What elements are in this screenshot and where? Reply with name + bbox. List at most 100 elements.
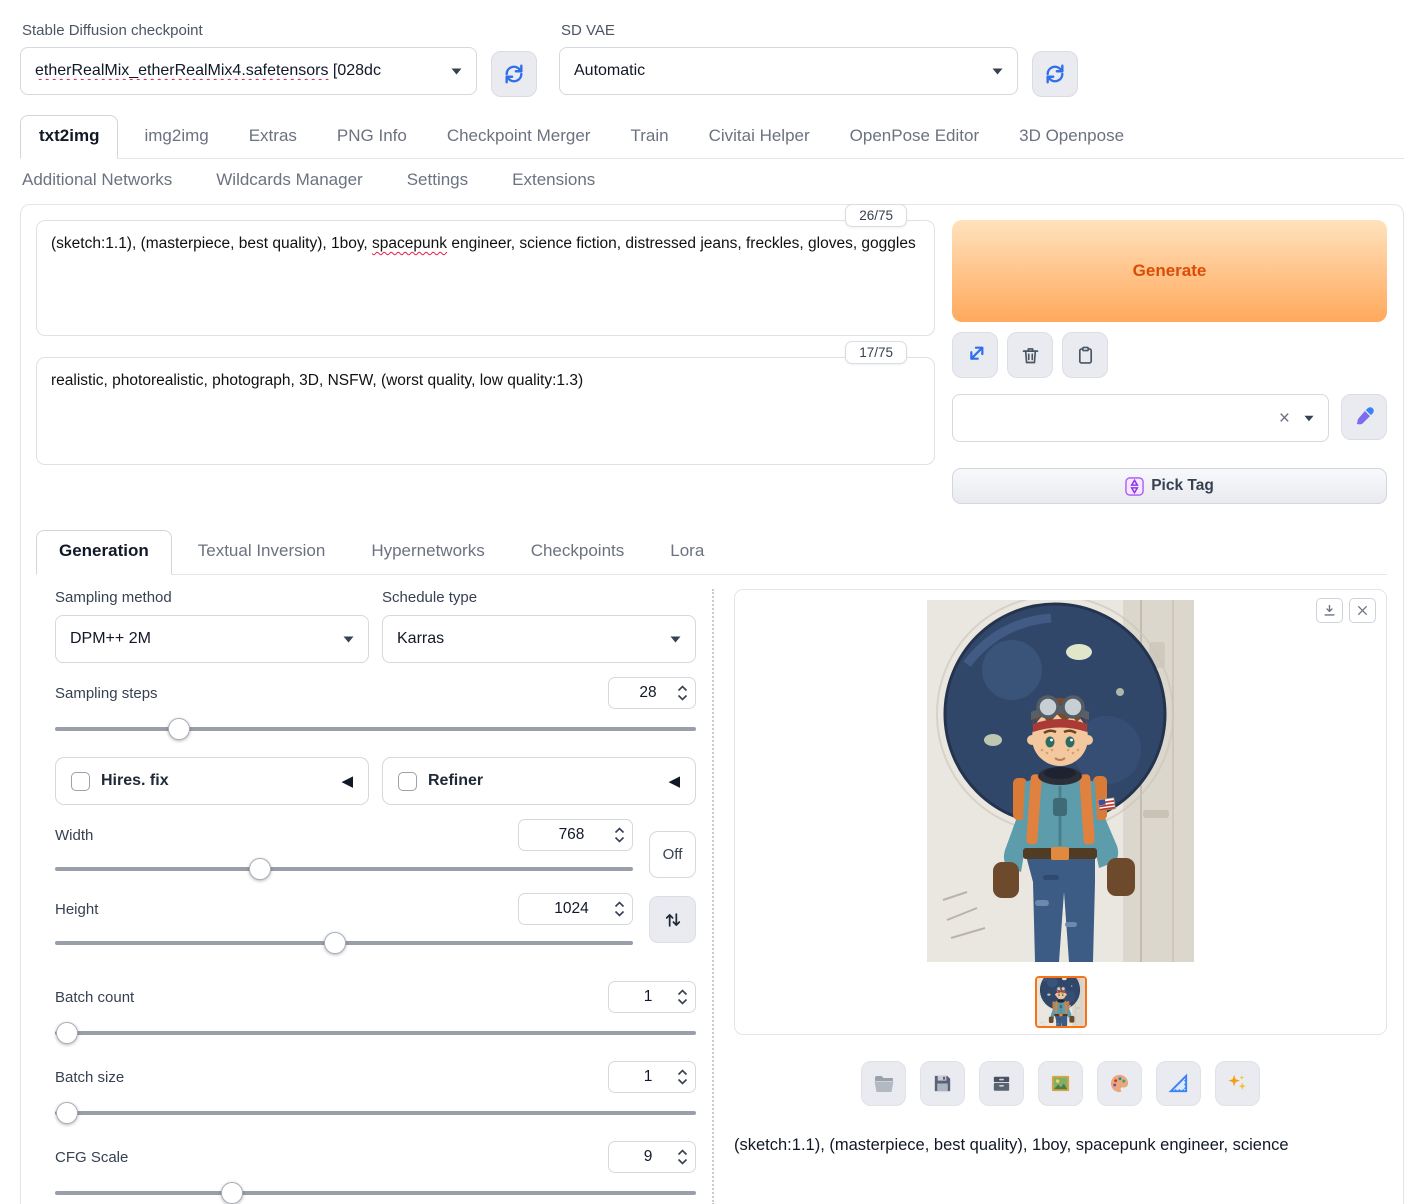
refresh-icon xyxy=(1046,64,1064,84)
height-input[interactable]: 1024 xyxy=(518,893,633,925)
spinner-icon[interactable] xyxy=(614,899,625,919)
output-actions-row xyxy=(734,1061,1387,1106)
image-icon xyxy=(1051,1075,1070,1092)
slider-track[interactable] xyxy=(55,727,696,731)
subtab-lora[interactable]: Lora xyxy=(670,531,704,574)
pick-tag-icon xyxy=(1125,476,1144,496)
slider-track[interactable] xyxy=(55,1191,696,1195)
subtab-textual-inversion[interactable]: Textual Inversion xyxy=(198,531,326,574)
close-preview-button[interactable] xyxy=(1349,598,1376,623)
clear-styles-icon[interactable]: × xyxy=(1279,409,1290,428)
cfg-scale-slider[interactable] xyxy=(55,1181,696,1204)
sampler-row: Sampling method DPM++ 2M Schedule type K… xyxy=(55,589,696,663)
slider-track[interactable] xyxy=(55,1111,696,1115)
schedule-type-label: Schedule type xyxy=(382,589,478,606)
slider-thumb[interactable] xyxy=(167,718,190,740)
batch-size-slider[interactable] xyxy=(55,1101,696,1125)
sampling-method-dropdown[interactable]: DPM++ 2M xyxy=(55,615,369,663)
slider-thumb[interactable] xyxy=(55,1102,78,1124)
vae-refresh-button[interactable] xyxy=(1032,51,1078,97)
save-image-button[interactable] xyxy=(920,1061,965,1106)
download-image-button[interactable] xyxy=(1316,598,1343,623)
schedule-type-dropdown[interactable]: Karras xyxy=(382,615,696,663)
sampling-steps-input[interactable]: 28 xyxy=(608,677,696,709)
batch-count-input[interactable]: 1 xyxy=(608,981,696,1013)
tab-3d-openpose[interactable]: 3D Openpose xyxy=(1019,116,1124,158)
tab-img2img[interactable]: img2img xyxy=(144,116,208,158)
hires-fix-label: Hires. fix xyxy=(101,772,169,789)
spinner-icon[interactable] xyxy=(614,825,625,845)
edit-styles-button[interactable] xyxy=(1341,394,1387,440)
vae-value: Automatic xyxy=(574,62,646,79)
batch-size-row: Batch size 1 xyxy=(55,1061,696,1093)
tab-png-info[interactable]: PNG Info xyxy=(337,116,407,158)
width-slider[interactable] xyxy=(55,857,633,881)
cfg-scale-input[interactable]: 9 xyxy=(608,1141,696,1173)
slider-thumb[interactable] xyxy=(55,1022,78,1044)
generate-button[interactable]: Generate xyxy=(952,220,1387,322)
apply-styles-button[interactable] xyxy=(1062,332,1108,378)
spinner-icon[interactable] xyxy=(677,1147,688,1167)
batch-count-slider[interactable] xyxy=(55,1021,696,1045)
tab-txt2img[interactable]: txt2img xyxy=(20,115,119,159)
checkpoint-refresh-button[interactable] xyxy=(491,51,537,97)
tab-settings[interactable]: Settings xyxy=(407,170,468,190)
pick-tag-button[interactable]: Pick Tag xyxy=(952,468,1387,504)
paste-params-button[interactable] xyxy=(952,332,998,378)
send-to-extras-button[interactable] xyxy=(1156,1061,1201,1106)
tab-checkpoint-merger[interactable]: Checkpoint Merger xyxy=(447,116,591,158)
subtab-hypernetworks[interactable]: Hypernetworks xyxy=(371,531,484,574)
negative-token-counter: 17/75 xyxy=(845,341,907,364)
spinner-icon[interactable] xyxy=(677,987,688,1007)
negative-prompt-input[interactable]: realistic, photorealistic, photograph, 3… xyxy=(36,357,935,465)
aspect-ratio-off-button[interactable]: Off xyxy=(649,831,696,878)
gallery-thumbnail[interactable] xyxy=(1034,976,1087,1028)
hires-fix-checkbox[interactable] xyxy=(71,771,90,791)
slider-track[interactable] xyxy=(55,1031,696,1035)
collapse-arrow-icon[interactable]: ◀ xyxy=(341,772,353,790)
ruler-icon xyxy=(1168,1073,1188,1093)
prompt-token-counter: 26/75 xyxy=(845,204,907,227)
slider-thumb[interactable] xyxy=(323,932,346,954)
send-to-img2img-button[interactable] xyxy=(1038,1061,1083,1106)
slider-track[interactable] xyxy=(55,867,633,871)
tab-train[interactable]: Train xyxy=(630,116,668,158)
subtab-generation[interactable]: Generation xyxy=(36,530,172,575)
hires-fix-accordion[interactable]: Hires. fix ◀ xyxy=(55,757,369,805)
send-to-inpaint-button[interactable] xyxy=(1097,1061,1142,1106)
generated-image[interactable] xyxy=(927,600,1194,962)
collapse-arrow-icon[interactable]: ◀ xyxy=(668,772,680,790)
prompt-area: 26/75 (sketch:1.1), (masterpiece, best q… xyxy=(36,204,1387,504)
clear-prompt-button[interactable] xyxy=(1007,332,1053,378)
spinner-icon[interactable] xyxy=(677,1067,688,1087)
tab-extras[interactable]: Extras xyxy=(249,116,297,158)
refiner-checkbox[interactable] xyxy=(398,771,417,791)
tab-additional-networks[interactable]: Additional Networks xyxy=(22,170,172,190)
open-folder-button[interactable] xyxy=(861,1061,906,1106)
styles-dropdown[interactable]: × xyxy=(952,394,1329,442)
refiner-label: Refiner xyxy=(428,772,484,789)
vae-dropdown[interactable]: Automatic xyxy=(559,47,1018,95)
height-row: Height 1024 xyxy=(55,893,633,925)
upscale-sparkles-button[interactable] xyxy=(1215,1061,1260,1106)
swap-dimensions-button[interactable] xyxy=(649,896,696,943)
cfg-scale-label: CFG Scale xyxy=(55,1148,129,1166)
slider-thumb[interactable] xyxy=(220,1182,243,1204)
refiner-accordion[interactable]: Refiner ◀ xyxy=(382,757,696,805)
slider-thumb[interactable] xyxy=(249,858,272,880)
subtab-checkpoints[interactable]: Checkpoints xyxy=(531,531,625,574)
prompt-input[interactable]: (sketch:1.1), (masterpiece, best quality… xyxy=(36,220,935,336)
tab-civitai-helper[interactable]: Civitai Helper xyxy=(709,116,810,158)
sampling-steps-slider[interactable] xyxy=(55,717,696,741)
tab-openpose-editor[interactable]: OpenPose Editor xyxy=(850,116,979,158)
height-slider[interactable] xyxy=(55,931,633,955)
batch-size-input[interactable]: 1 xyxy=(608,1061,696,1093)
checkpoint-value: etherRealMix_etherRealMix4.safetensors [… xyxy=(35,62,381,79)
paintbrush-icon xyxy=(1356,407,1374,425)
spinner-icon[interactable] xyxy=(677,683,688,703)
width-input[interactable]: 768 xyxy=(518,819,633,851)
checkpoint-dropdown[interactable]: etherRealMix_etherRealMix4.safetensors [… xyxy=(20,47,477,95)
save-zip-button[interactable] xyxy=(979,1061,1024,1106)
tab-wildcards-manager[interactable]: Wildcards Manager xyxy=(216,170,362,190)
tab-extensions[interactable]: Extensions xyxy=(512,170,595,190)
